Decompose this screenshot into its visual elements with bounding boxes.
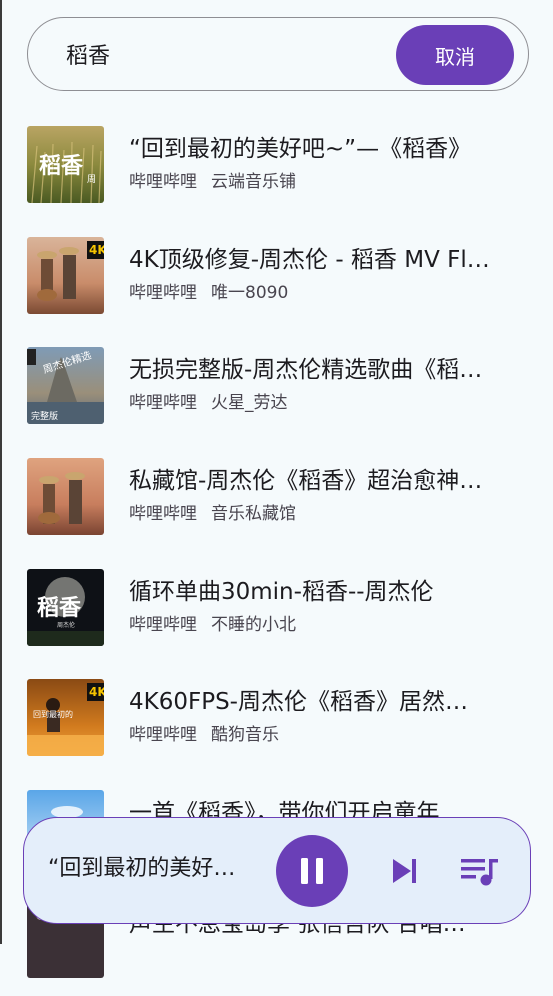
item-title: 4K顶级修复-周杰伦 - 稻香 MV Fl… [129, 246, 490, 273]
now-playing-title: “回到最初的美好… [48, 856, 236, 881]
item-meta: 哔哩哔哩 酷狗音乐 [129, 724, 279, 746]
video-thumbnail: 4K 回到最初的 [27, 679, 104, 757]
list-item[interactable]: 稻香 周杰伦 循环单曲30min-稻香--周杰伦 哔哩哔哩 不睡的小北 [0, 553, 553, 664]
svg-text:4K: 4K [89, 243, 104, 257]
item-meta: 哔哩哔哩 云端音乐铺 [129, 171, 296, 193]
item-title: 4K60FPS-周杰伦《稻香》居然… [129, 689, 468, 716]
video-thumbnail [27, 458, 104, 536]
item-source: 哔哩哔哩 [129, 172, 197, 192]
search-input[interactable] [66, 18, 386, 90]
svg-text:回到最初的: 回到最初的 [33, 709, 73, 719]
item-uploader: 唯一8090 [211, 282, 289, 303]
search-bar: 取消 [27, 17, 529, 91]
item-uploader: 云端音乐铺 [211, 172, 296, 192]
svg-text:稻香: 稻香 [37, 595, 81, 621]
item-source: 哔哩哔哩 [129, 614, 197, 635]
mini-player[interactable]: “回到最初的美好… [23, 817, 531, 924]
item-uploader: 音乐私藏馆 [211, 504, 296, 525]
item-meta: 哔哩哔哩 火星_劳达 [129, 392, 288, 414]
item-meta: 哔哩哔哩 唯一8090 [129, 282, 288, 304]
video-thumbnail: 稻香 周杰伦 [27, 568, 104, 646]
item-title: 循环单曲30min-稻香--周杰伦 [129, 578, 434, 605]
video-thumbnail: 4K [27, 236, 104, 314]
pause-button[interactable] [276, 835, 348, 907]
item-title: 无损完整版-周杰伦精选歌曲《稻… [129, 357, 483, 384]
item-uploader: 火星_劳达 [211, 393, 288, 414]
item-meta: 哔哩哔哩 不睡的小北 [129, 614, 296, 636]
skip-next-button[interactable] [390, 856, 420, 886]
item-uploader: 不睡的小北 [211, 614, 296, 635]
item-meta: 哔哩哔哩 音乐私藏馆 [129, 503, 296, 525]
pause-icon [301, 858, 323, 884]
queue-music-icon [461, 859, 498, 886]
list-item[interactable]: 周杰伦精选 完整版 无损完整版-周杰伦精选歌曲《稻… 哔哩哔哩 火星_劳达 [0, 331, 553, 442]
svg-text:周: 周 [87, 174, 96, 185]
list-item[interactable]: 4K 4K顶级修复-周杰伦 - 稻香 MV Fl… 哔哩哔哩 唯一8090 [0, 221, 553, 332]
item-source: 哔哩哔哩 [129, 504, 197, 525]
queue-button[interactable] [460, 856, 500, 888]
svg-text:周杰伦: 周杰伦 [57, 621, 75, 629]
svg-text:稻香: 稻香 [39, 153, 83, 179]
svg-text:4K: 4K [89, 685, 104, 699]
svg-text:完整版: 完整版 [31, 410, 58, 422]
list-item[interactable]: 稻香 周 “回到最初的美好吧~”—《稻香》 哔哩哔哩 云端音乐铺 [0, 110, 553, 221]
list-item[interactable]: 私藏馆-周杰伦《稻香》超治愈神… 哔哩哔哩 音乐私藏馆 [0, 442, 553, 553]
list-item[interactable]: 4K 回到最初的 4K60FPS-周杰伦《稻香》居然… 哔哩哔哩 酷狗音乐 [0, 663, 553, 774]
item-source: 哔哩哔哩 [129, 282, 197, 303]
item-source: 哔哩哔哩 [129, 393, 197, 414]
item-title: “回到最初的美好吧~”—《稻香》 [129, 136, 472, 162]
video-thumbnail: 周杰伦精选 完整版 [27, 347, 104, 425]
item-uploader: 酷狗音乐 [211, 725, 279, 746]
item-title: 私藏馆-周杰伦《稻香》超治愈神… [129, 468, 483, 495]
item-source: 哔哩哔哩 [129, 725, 197, 746]
video-thumbnail: 稻香 周 [27, 126, 104, 203]
skip-next-icon [393, 859, 416, 883]
cancel-button[interactable]: 取消 [396, 25, 514, 85]
